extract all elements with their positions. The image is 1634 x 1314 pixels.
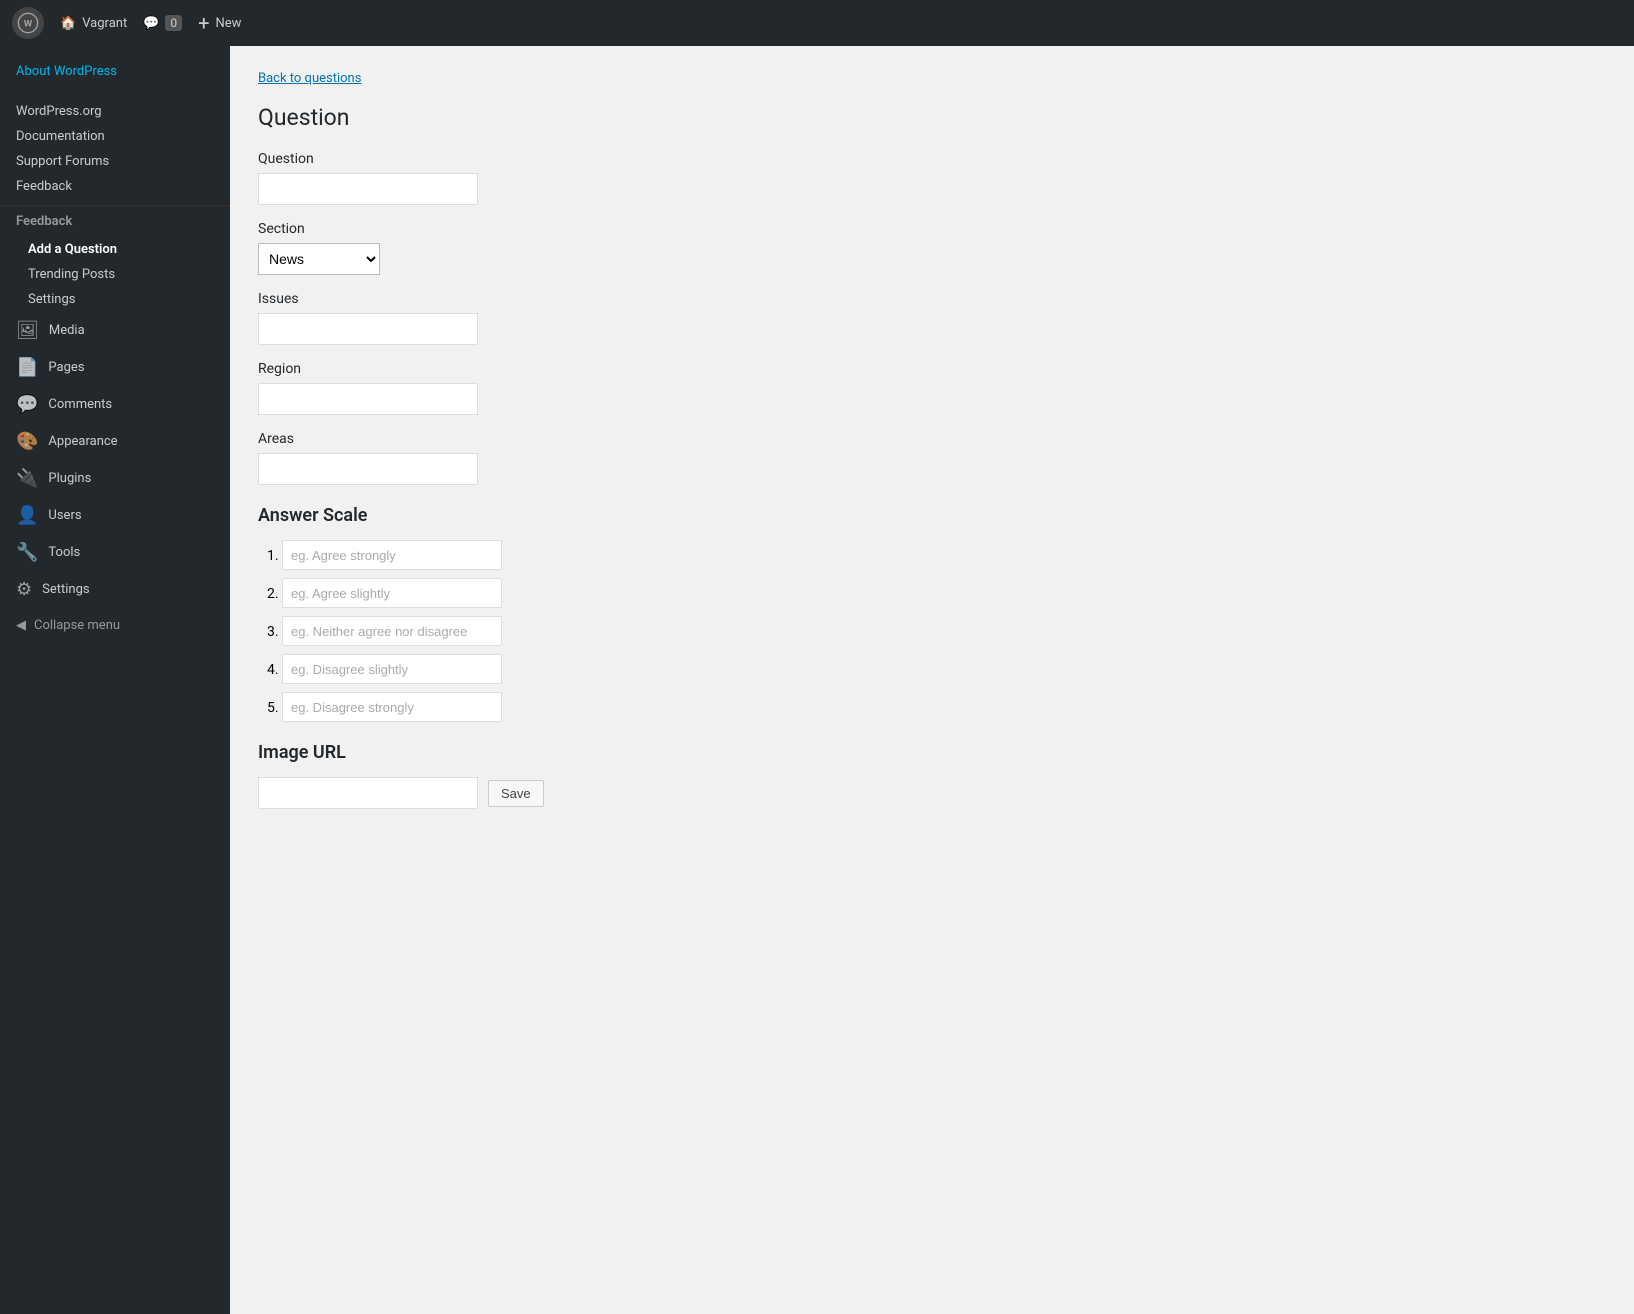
svg-text:W: W (24, 18, 33, 29)
answer-scale-title: Answer Scale (258, 505, 1606, 526)
answer-scale-input-2[interactable] (282, 578, 502, 608)
adminbar-new[interactable]: + New (198, 13, 241, 33)
plugins-icon: 🔌 (16, 468, 38, 489)
areas-input[interactable] (258, 453, 478, 485)
page-title: Question (258, 104, 1606, 131)
sidebar-item-settings[interactable]: ⚙ Settings (0, 571, 230, 608)
admin-bar: W 🏠 Vagrant 💬 0 + New (0, 0, 1634, 46)
answer-scale-item-2 (282, 578, 1606, 608)
media-icon: 🖼 (16, 320, 39, 341)
image-url-input[interactable] (258, 777, 478, 809)
sidebar-item-tools[interactable]: 🔧 Tools (0, 534, 230, 571)
sidebar-item-media[interactable]: 🖼 Media (0, 312, 230, 349)
sidebar-menu: 🖼 Media 📄 Pages 💬 Comments 🎨 Appearance … (0, 312, 230, 608)
comments-count: 0 (165, 15, 182, 31)
answer-scale-input-3[interactable] (282, 616, 502, 646)
issues-field-row: Issues (258, 291, 1606, 345)
appearance-icon: 🎨 (16, 431, 38, 452)
answer-scale-list (258, 540, 1606, 722)
sidebar-wp-links: WordPress.org Documentation Support Foru… (0, 93, 230, 206)
settings-icon: ⚙ (16, 579, 32, 600)
sidebar-settings-label: Settings (42, 582, 89, 597)
sidebar-wordpress-org[interactable]: WordPress.org (0, 99, 230, 124)
sidebar: About WordPress WordPress.org Documentat… (0, 46, 230, 1314)
answer-scale-input-1[interactable] (282, 540, 502, 570)
sidebar-settings-plugin[interactable]: Settings (0, 287, 230, 312)
save-button[interactable]: Save (488, 780, 544, 807)
sidebar-plugin-group: Feedback Add a Question Trending Posts S… (0, 206, 230, 312)
question-field-row: Question (258, 151, 1606, 205)
adminbar-new-label: New (216, 16, 242, 31)
question-label: Question (258, 151, 1606, 167)
sidebar-tools-label: Tools (48, 545, 80, 560)
pages-icon: 📄 (16, 357, 38, 378)
section-select[interactable]: News Politics Sports Entertainment (258, 243, 380, 275)
collapse-label: Collapse menu (34, 618, 120, 633)
sidebar-collapse[interactable]: ◀ Collapse menu (0, 608, 230, 643)
answer-scale-item-4 (282, 654, 1606, 684)
collapse-icon: ◀ (16, 618, 26, 633)
tools-icon: 🔧 (16, 542, 38, 563)
sidebar-plugins-label: Plugins (48, 471, 91, 486)
sidebar-item-users[interactable]: 👤 Users (0, 497, 230, 534)
sidebar-about-section: About WordPress (0, 46, 230, 93)
region-input[interactable] (258, 383, 478, 415)
sidebar-feedback[interactable]: Feedback (0, 174, 230, 199)
sidebar-item-appearance[interactable]: 🎨 Appearance (0, 423, 230, 460)
answer-scale-input-4[interactable] (282, 654, 502, 684)
sidebar-pages-label: Pages (48, 360, 84, 375)
sidebar-plugin-header[interactable]: Feedback (0, 206, 230, 237)
sidebar-documentation[interactable]: Documentation (0, 124, 230, 149)
sidebar-appearance-label: Appearance (48, 434, 117, 449)
issues-input[interactable] (258, 313, 478, 345)
back-to-questions-link[interactable]: Back to questions (258, 71, 361, 86)
areas-label: Areas (258, 431, 1606, 447)
issues-label: Issues (258, 291, 1606, 307)
plus-icon: + (198, 13, 209, 33)
sidebar-item-plugins[interactable]: 🔌 Plugins (0, 460, 230, 497)
main-content: Back to questions Question Question Sect… (230, 46, 1634, 1314)
sidebar-comments-label: Comments (48, 397, 112, 412)
areas-field-row: Areas (258, 431, 1606, 485)
section-field-row: Section News Politics Sports Entertainme… (258, 221, 1606, 275)
region-label: Region (258, 361, 1606, 377)
answer-scale-input-5[interactable] (282, 692, 502, 722)
region-field-row: Region (258, 361, 1606, 415)
answer-scale-item-3 (282, 616, 1606, 646)
image-url-title: Image URL (258, 742, 1606, 763)
home-icon: 🏠 (60, 16, 76, 31)
sidebar-item-pages[interactable]: 📄 Pages (0, 349, 230, 386)
answer-scale-item-5 (282, 692, 1606, 722)
sidebar-media-label: Media (49, 323, 85, 338)
adminbar-home[interactable]: 🏠 Vagrant (60, 16, 127, 31)
adminbar-site-name: Vagrant (82, 16, 127, 31)
comments-icon: 💬 (16, 394, 38, 415)
comment-icon: 💬 (143, 16, 159, 31)
sidebar-add-question[interactable]: Add a Question (0, 237, 230, 262)
question-input[interactable] (258, 173, 478, 205)
answer-scale-item-1 (282, 540, 1606, 570)
sidebar-support-forums[interactable]: Support Forums (0, 149, 230, 174)
sidebar-about-wordpress[interactable]: About WordPress (0, 58, 230, 85)
image-url-section: Image URL Save (258, 742, 1606, 809)
sidebar-users-label: Users (48, 508, 81, 523)
section-label: Section (258, 221, 1606, 237)
users-icon: 👤 (16, 505, 38, 526)
save-row: Save (258, 777, 1606, 809)
adminbar-comments[interactable]: 💬 0 (143, 15, 182, 31)
sidebar-trending-posts[interactable]: Trending Posts (0, 262, 230, 287)
sidebar-item-comments[interactable]: 💬 Comments (0, 386, 230, 423)
wp-logo[interactable]: W (12, 7, 44, 39)
